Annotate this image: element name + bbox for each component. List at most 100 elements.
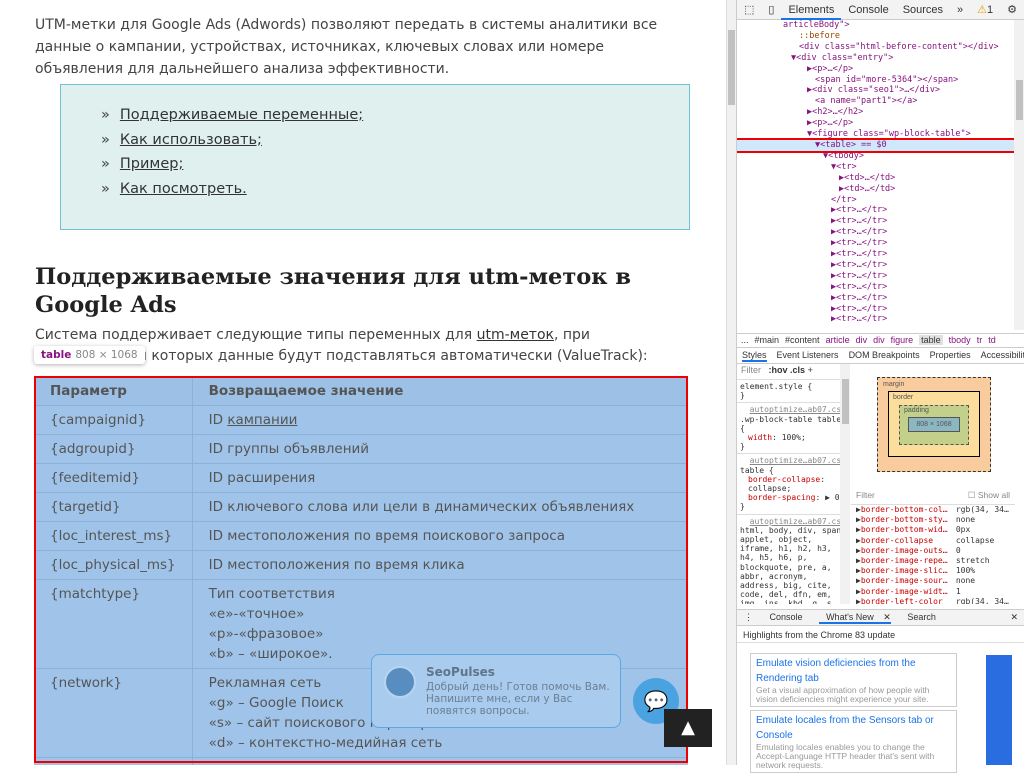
highlights-title: Highlights from the Chrome 83 update [737, 628, 1024, 643]
drawer-menu-icon[interactable]: ⋮ [744, 612, 753, 622]
tab-elements[interactable]: Elements [781, 0, 842, 20]
dom-node[interactable]: ▼<figure class="wp-block-table"> [737, 129, 1015, 140]
toc-link[interactable]: Как посмотреть. [120, 181, 247, 197]
computed-property[interactable]: ▶ border-image-widt… 1 [851, 587, 1015, 597]
dom-node[interactable]: ▶<tr>…</tr> [737, 304, 1015, 315]
breadcrumb-item[interactable]: tr [977, 335, 983, 345]
dom-node[interactable]: ▶<div class="seo1">…</div> [737, 85, 1015, 96]
tab-console[interactable]: Console [841, 4, 895, 16]
styles-filter[interactable]: Filter [741, 365, 761, 375]
dom-node[interactable]: ▶<tr>…</tr> [737, 271, 1015, 282]
inspect-icon[interactable]: ⬚ [737, 3, 761, 16]
computed-property[interactable]: ▶ border-bottom-col… rgb(34, 34… [851, 505, 1015, 515]
dom-node[interactable]: ▶<tr>…</tr> [737, 227, 1015, 238]
computed-property[interactable]: ▶ border-collapse collapse [851, 536, 1015, 546]
dom-node[interactable]: ▶<p>…</p> [737, 118, 1015, 129]
breadcrumb-item[interactable]: td [988, 335, 996, 345]
chat-popup[interactable]: × SeoPulses Добрый день! Готов помочь Ва… [371, 654, 621, 728]
drawer-tab-whats-new[interactable]: What's New ✕ [819, 612, 891, 624]
dom-node[interactable]: articleBody"> [737, 20, 1015, 31]
dom-node[interactable]: ▼<div class="entry"> [737, 53, 1015, 64]
breadcrumb-item[interactable]: div [856, 335, 868, 345]
rule-declaration[interactable]: border-spacing: ▶ 0; [740, 493, 846, 502]
add-rule-button[interactable]: + [808, 365, 813, 375]
toc-link[interactable]: Поддерживаемые переменные; [120, 107, 363, 123]
cls-button[interactable]: .cls [790, 365, 805, 375]
news-card[interactable]: Emulate vision deficiencies from the Ren… [750, 653, 957, 707]
card-title[interactable]: Emulate locales from the Sensors tab or … [756, 713, 951, 743]
subtab[interactable]: DOM Breakpoints [849, 350, 920, 360]
page-scrollbar[interactable] [726, 0, 736, 765]
param-cell: {matchtype} [34, 579, 193, 669]
tab-sources[interactable]: Sources [896, 4, 950, 16]
computed-property[interactable]: ▶ border-image-outs… 0 [851, 546, 1015, 556]
dom-node[interactable]: ▼<tbody> [737, 151, 1015, 162]
computed-property[interactable]: ▶ border-bottom-sty… none [851, 515, 1015, 525]
gear-icon[interactable]: ⚙ [1000, 3, 1024, 16]
rule-end: } [740, 502, 745, 512]
breadcrumb-item[interactable]: figure [891, 335, 914, 345]
rule-source[interactable]: autoptimize…ab07.cs… [740, 517, 846, 526]
dom-node[interactable]: ▶<td>…</td> [737, 173, 1015, 184]
dom-node[interactable]: ▼<table> == $0 [737, 137, 1015, 153]
subtab[interactable]: Accessibility [981, 350, 1024, 360]
breadcrumb-item[interactable]: #main [755, 335, 780, 345]
dom-node[interactable]: ▶<p>…</p> [737, 64, 1015, 75]
rule-source[interactable]: autoptimize…ab07.cs… [740, 405, 846, 414]
dom-node[interactable]: ▶<td>…</td> [737, 184, 1015, 195]
warning-icon[interactable]: ⚠1 [970, 3, 1000, 16]
more-tabs[interactable]: » [950, 4, 970, 16]
param-cell: {feeditemid} [34, 463, 193, 493]
drawer-tab-search[interactable]: Search [907, 612, 936, 622]
breadcrumb-item[interactable]: div [873, 335, 885, 345]
value-link[interactable]: кампании [227, 412, 297, 428]
dom-node[interactable]: ▶<tr>…</tr> [737, 293, 1015, 304]
drawer-tab-console[interactable]: Console [770, 612, 803, 622]
news-card[interactable]: Emulate locales from the Sensors tab or … [750, 710, 957, 773]
subtab[interactable]: Event Listeners [777, 350, 839, 360]
breadcrumb-item[interactable]: ... [741, 335, 749, 345]
toc-link[interactable]: Как использовать; [120, 132, 262, 148]
styles-scrollbar[interactable] [840, 364, 850, 604]
dom-node[interactable]: ▶<tr>…</tr> [737, 282, 1015, 293]
computed-property[interactable]: ▶ border-left-color rgb(34, 34… [851, 597, 1015, 604]
hov-button[interactable]: :hov [769, 365, 788, 375]
dom-node[interactable]: ▼<tr> [737, 162, 1015, 173]
subtab[interactable]: Styles [742, 350, 767, 362]
computed-property[interactable]: ▶ border-image-repe… stretch [851, 556, 1015, 566]
breadcrumb-item[interactable]: tbody [949, 335, 971, 345]
breadcrumb-item[interactable]: table [919, 335, 943, 345]
drawer-close-icon[interactable]: ✕ [1010, 610, 1018, 625]
dom-node[interactable]: ▶<tr>…</tr> [737, 314, 1015, 325]
card-title[interactable]: Emulate vision deficiencies from the Ren… [756, 656, 951, 686]
computed-property[interactable]: ▶ border-image-sour… none [851, 576, 1015, 586]
rule-declaration[interactable]: width: 100%; [740, 433, 846, 442]
dom-node[interactable]: <a name="part1"></a> [737, 96, 1015, 107]
dom-node[interactable]: ▶<h2>…</h2> [737, 107, 1015, 118]
computed-property[interactable]: ▶ border-bottom-wid… 0px [851, 525, 1015, 535]
tree-scrollbar[interactable] [1014, 20, 1024, 330]
dom-node[interactable]: <span id="more-5364"></span> [737, 75, 1015, 86]
dom-node[interactable]: ▶<tr>…</tr> [737, 249, 1015, 260]
computed-property[interactable]: ▶ border-image-slic… 100% [851, 566, 1015, 576]
dom-node[interactable]: <div class="html-before-content"></div> [737, 42, 1015, 53]
chat-close-button[interactable]: × [603, 659, 612, 671]
toc-link[interactable]: Пример; [120, 156, 183, 172]
breadcrumb-item[interactable]: article [826, 335, 850, 345]
dom-node[interactable]: ▶<tr>…</tr> [737, 238, 1015, 249]
property-value: collapse; [748, 484, 792, 494]
show-all-checkbox[interactable]: ☐ Show all [968, 490, 1010, 501]
device-icon[interactable]: ▯ [761, 3, 781, 16]
rule-declaration[interactable]: border-collapse: collapse; [740, 475, 846, 493]
subtab[interactable]: Properties [930, 350, 971, 360]
dom-node[interactable]: ▶<tr>…</tr> [737, 260, 1015, 271]
utm-link[interactable]: utm-меток [477, 327, 554, 343]
dom-node[interactable]: </tr> [737, 195, 1015, 206]
breadcrumb-item[interactable]: #content [785, 335, 820, 345]
dom-node[interactable]: ▶<tr>…</tr> [737, 205, 1015, 216]
scroll-top-button[interactable]: ▲ [664, 709, 712, 747]
rule-source[interactable]: autoptimize…ab07.cs… [740, 456, 846, 465]
dom-node[interactable]: ▶<tr>…</tr> [737, 216, 1015, 227]
computed-filter[interactable]: Filter [856, 490, 875, 501]
dom-node[interactable]: ::before [737, 31, 1015, 42]
